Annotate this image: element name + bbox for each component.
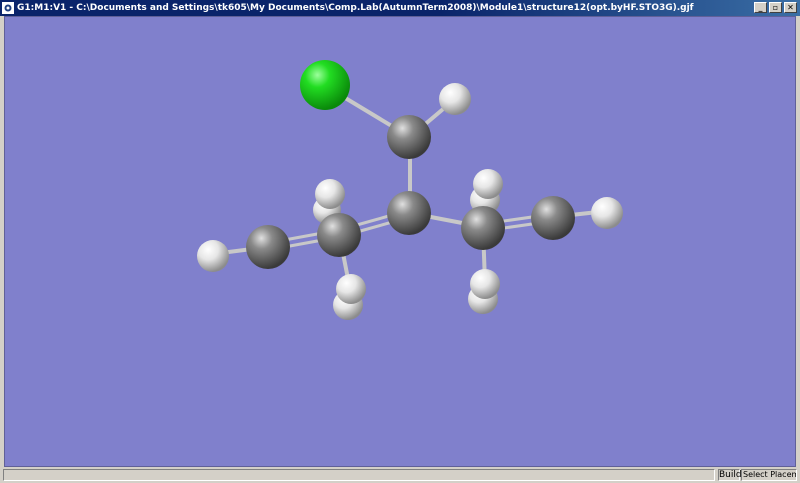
close-button[interactable]: ✕ — [784, 2, 797, 13]
chlorine-atom — [300, 60, 350, 110]
hydrogen-atom — [473, 169, 503, 199]
window-title: G1:M1:V1 - C:\Documents and Settings\tk6… — [17, 3, 694, 13]
hydrogen-atom — [315, 179, 345, 209]
hydrogen-atom — [470, 269, 500, 299]
status-mode: Build — [718, 469, 742, 481]
hydrogen-atom — [591, 197, 623, 229]
carbon-atom — [461, 206, 505, 250]
carbon-atom — [246, 225, 290, 269]
hydrogen-atom — [336, 274, 366, 304]
status-message — [3, 469, 715, 481]
restore-button[interactable]: ▫ — [769, 2, 782, 13]
title-bar[interactable]: G1:M1:V1 - C:\Documents and Settings\tk6… — [0, 0, 800, 16]
window-controls: _ ▫ ✕ — [754, 2, 797, 13]
gaussview-window: G1:M1:V1 - C:\Documents and Settings\tk6… — [0, 0, 800, 483]
minimize-button[interactable]: _ — [754, 2, 767, 13]
status-action: Select Placement — [741, 469, 797, 481]
carbon-atom — [317, 213, 361, 257]
carbon-atom — [387, 191, 431, 235]
hydrogen-atom — [197, 240, 229, 272]
molecule-render[interactable] — [5, 17, 795, 466]
carbon-atom — [531, 196, 575, 240]
status-bar: Build Select Placement — [0, 468, 800, 483]
hydrogen-atom — [439, 83, 471, 115]
carbon-atom — [387, 115, 431, 159]
molecule-viewport[interactable] — [4, 16, 796, 467]
gaussview-icon — [2, 2, 14, 14]
